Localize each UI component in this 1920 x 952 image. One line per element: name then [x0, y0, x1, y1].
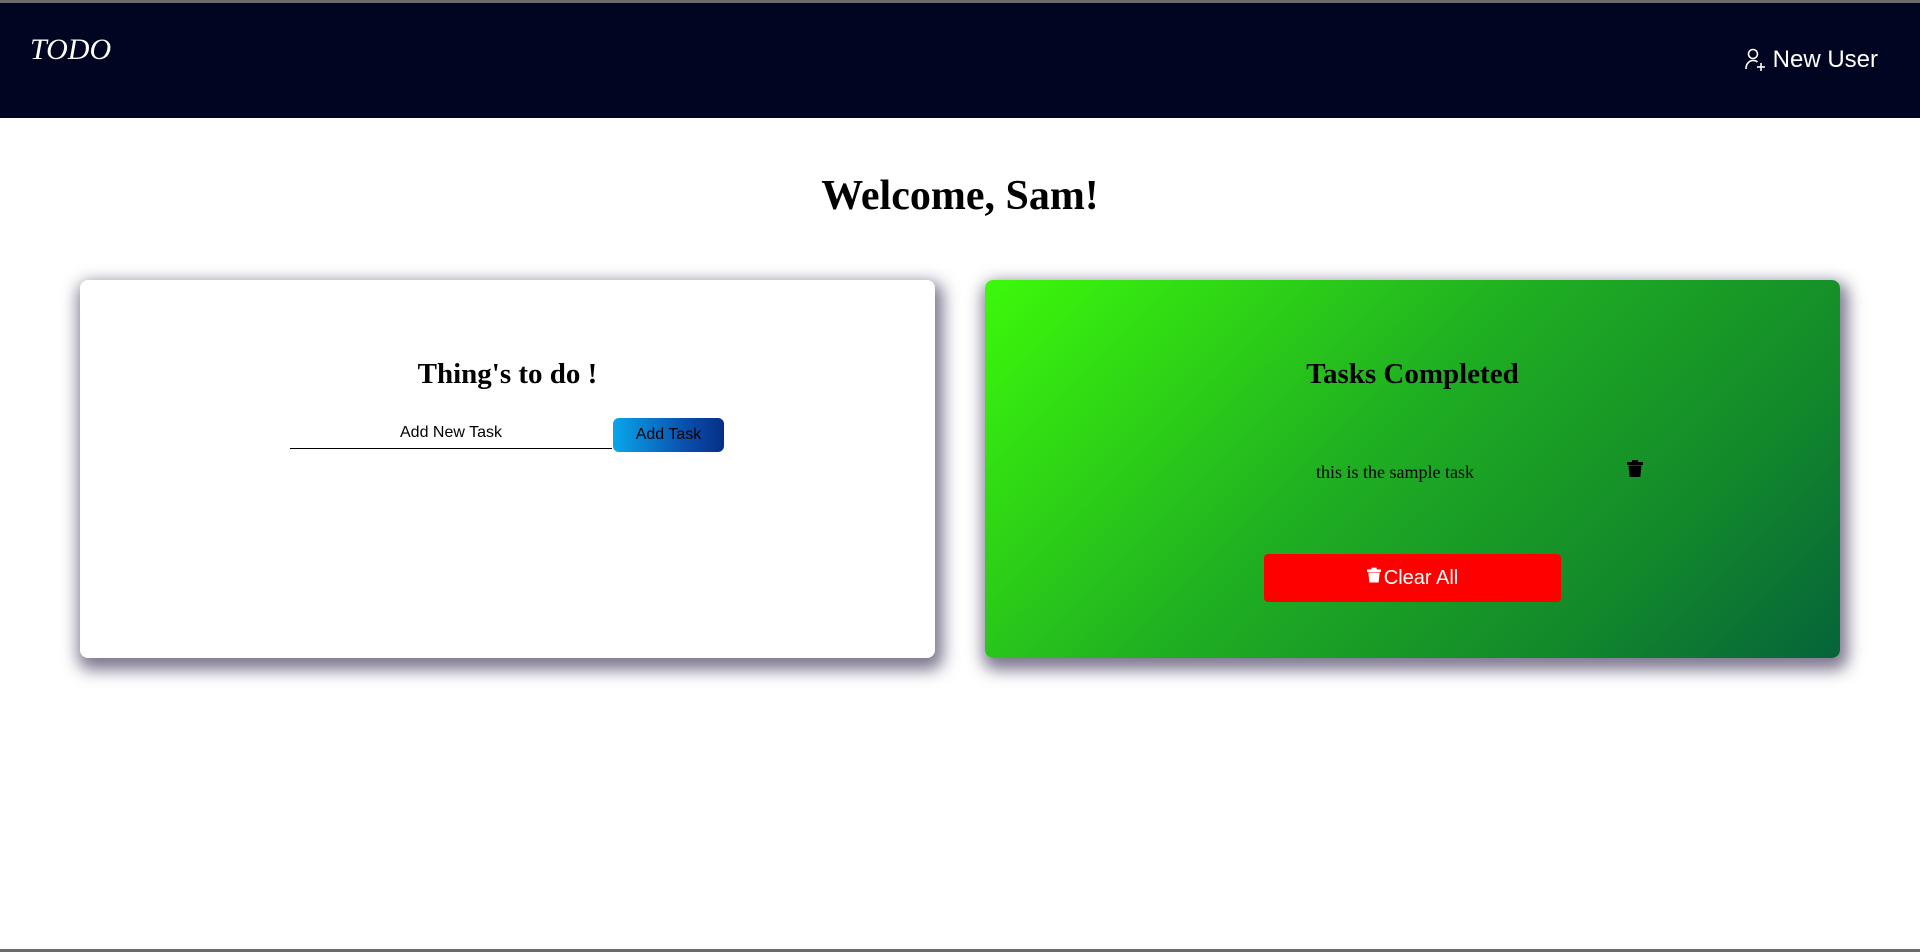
new-task-input[interactable]	[290, 418, 612, 449]
navbar: TODO New User	[0, 3, 1920, 118]
clear-all-button[interactable]: Clear All	[1264, 554, 1561, 602]
todo-card-title: Thing's to do !	[417, 358, 598, 390]
todo-card: Thing's to do ! Add Task	[80, 280, 935, 658]
completed-card: Tasks Completed this is the sample task …	[985, 280, 1840, 658]
new-user-button[interactable]: New User	[1744, 46, 1878, 74]
trash-icon[interactable]	[1627, 460, 1643, 478]
new-user-label: New User	[1772, 46, 1878, 73]
completed-task-item: this is the sample task	[1316, 462, 1474, 482]
brand-logo[interactable]: TODO	[30, 33, 111, 67]
trash-icon	[1366, 567, 1381, 590]
clear-all-label: Clear All	[1383, 566, 1459, 589]
user-plus-icon	[1744, 48, 1767, 72]
add-task-button[interactable]: Add Task	[613, 418, 724, 452]
completed-card-title: Tasks Completed	[1306, 358, 1519, 390]
welcome-heading: Welcome, Sam!	[821, 173, 1099, 219]
